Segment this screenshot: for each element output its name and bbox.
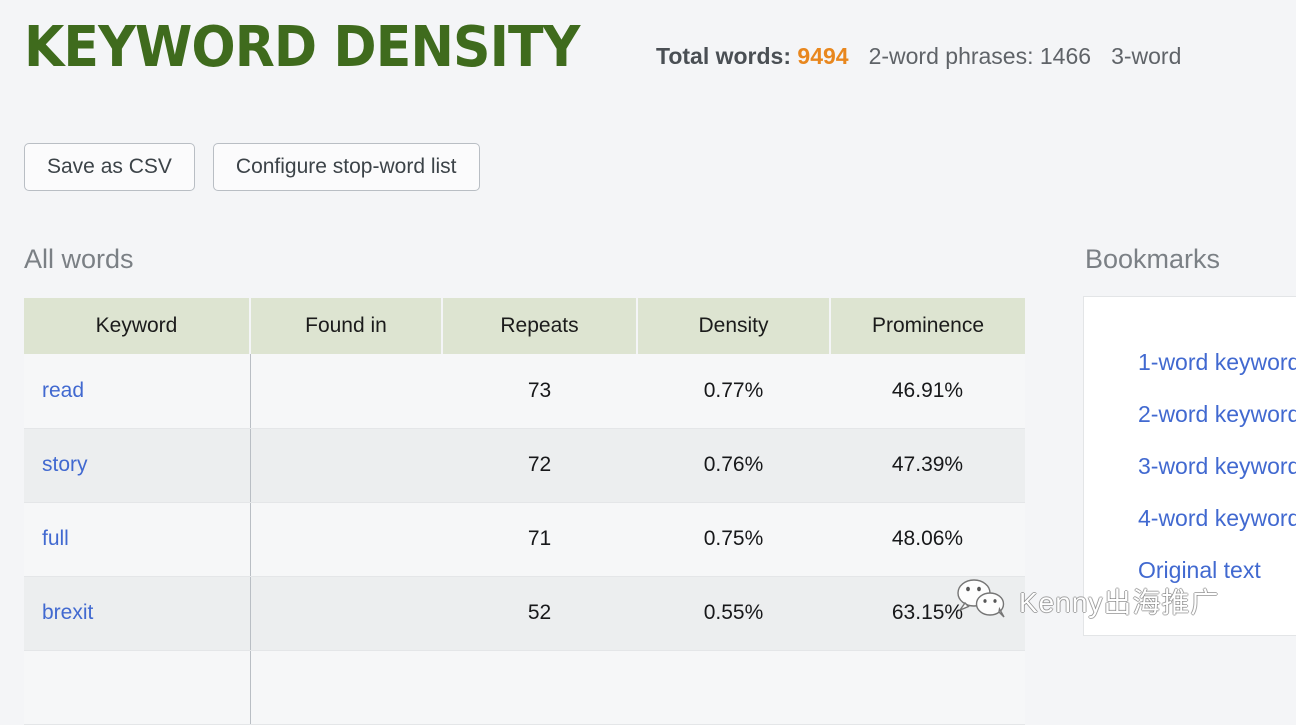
cell-keyword: story <box>24 428 251 503</box>
column-header-density[interactable]: Density <box>637 298 831 354</box>
cell-density: 0.76% <box>637 428 830 503</box>
bookmarks-heading: Bookmarks <box>1085 244 1221 274</box>
cell-repeats: 73 <box>442 354 637 429</box>
table-row[interactable]: story 72 0.76% 47.39% <box>24 428 1025 503</box>
cell-prominence: 63.15% <box>830 576 1025 651</box>
stat-item-0: Total words: 9494 <box>656 43 849 69</box>
cell-found-in <box>250 650 442 725</box>
cell-found-in <box>250 576 442 651</box>
cell-keyword: read <box>24 354 251 429</box>
cell-repeats: 72 <box>442 428 637 503</box>
cell-found-in <box>250 502 442 577</box>
column-header-keyword[interactable]: Keyword <box>24 298 251 354</box>
document-stats: Total words: 9494 2-word phrases: 1466 3-w… <box>656 36 1296 76</box>
stat-label-0: Total words: <box>656 43 792 69</box>
table-row[interactable] <box>24 650 1025 725</box>
cell-prominence: 48.06% <box>830 502 1025 577</box>
cell-density: 0.77% <box>637 354 830 429</box>
keyword-density-table: Keyword Found in Repeats Density Promine… <box>24 298 1025 725</box>
page-title: KEYWORD DENSITY <box>24 15 580 80</box>
all-words-heading: All words <box>24 244 134 274</box>
table-row[interactable]: read 73 0.77% 46.91% <box>24 354 1025 429</box>
cell-repeats: 52 <box>442 576 637 651</box>
cell-keyword: brexit <box>24 576 251 651</box>
cell-prominence <box>830 650 1025 725</box>
table-row[interactable]: full 71 0.75% 48.06% <box>24 502 1025 577</box>
stat-label-1: 2-word phrases: <box>868 43 1034 69</box>
bookmark-link-0[interactable]: 1-word keywords <box>1138 345 1296 379</box>
stat-label-2: 3-word <box>1111 43 1182 69</box>
bookmark-link-1[interactable]: 2-word keywords <box>1138 397 1296 431</box>
cell-density: 0.55% <box>637 576 830 651</box>
cell-keyword <box>24 650 251 725</box>
cell-prominence: 46.91% <box>830 354 1025 429</box>
cell-repeats <box>442 650 637 725</box>
table-row[interactable]: brexit 52 0.55% 63.15% <box>24 576 1025 651</box>
cell-prominence: 47.39% <box>830 428 1025 503</box>
cell-found-in <box>250 428 442 503</box>
bookmarks-list: 1-word keywords 2-word keywords 3-word key… <box>1138 345 1296 587</box>
cell-repeats: 71 <box>442 502 637 577</box>
keyword-link[interactable]: story <box>42 453 88 476</box>
cell-keyword: full <box>24 502 251 577</box>
column-header-repeats[interactable]: Repeats <box>442 298 638 354</box>
keyword-link[interactable]: read <box>42 379 84 402</box>
bookmark-link-3[interactable]: 4-word keywords <box>1138 501 1296 535</box>
cell-density <box>637 650 830 725</box>
bookmark-link-4[interactable]: Original text <box>1138 553 1296 587</box>
bookmark-link-2[interactable]: 3-word keywords <box>1138 449 1296 483</box>
stat-item-2: 3-word <box>1111 43 1181 69</box>
stat-value-1: 1466 <box>1033 43 1092 69</box>
keyword-link[interactable]: full <box>42 527 69 550</box>
keyword-link[interactable]: brexit <box>42 601 93 624</box>
stat-item-1: 2-word phrases: 1466 <box>869 43 1091 69</box>
toolbar: Save as CSV Configure stop-word list <box>24 143 480 191</box>
table-header-row: Keyword Found in Repeats Density Promine… <box>24 298 1025 354</box>
cell-density: 0.75% <box>637 502 830 577</box>
page-header: KEYWORD DENSITY Total words: 9494 2-word … <box>0 0 1296 108</box>
save-as-csv-button[interactable]: Save as CSV <box>24 143 195 191</box>
column-header-prominence[interactable]: Prominence <box>830 298 1025 354</box>
bookmarks-panel: 1-word keywords 2-word keywords 3-word key… <box>1083 296 1296 636</box>
stat-value-0: 9494 <box>791 43 849 69</box>
column-header-found-in[interactable]: Found in <box>250 298 443 354</box>
cell-found-in <box>250 354 442 429</box>
configure-stop-word-list-button[interactable]: Configure stop-word list <box>212 143 480 191</box>
